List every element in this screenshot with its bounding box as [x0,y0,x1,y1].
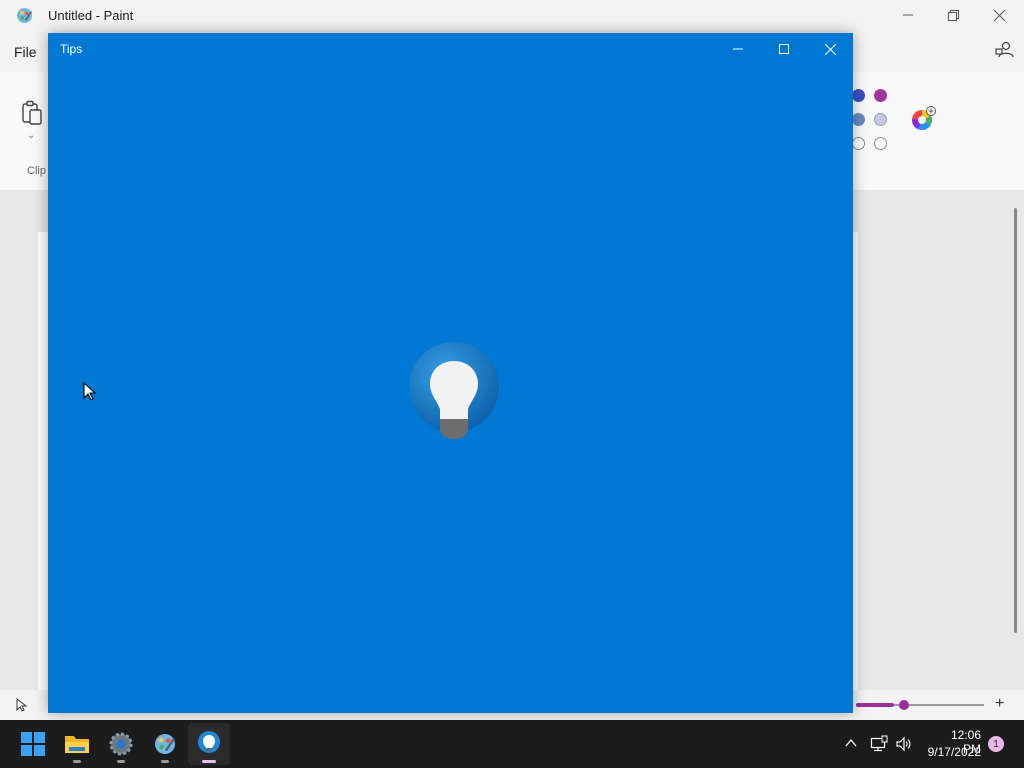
clock-date[interactable]: 9/17/2022 [926,745,981,759]
color-swatch[interactable] [852,89,865,102]
taskbar-file-explorer[interactable] [56,723,98,765]
settings-icon [109,732,133,756]
taskbar-settings[interactable] [100,723,142,765]
color-swatch[interactable] [852,113,865,126]
mouse-cursor-icon [83,382,97,401]
minimize-button[interactable] [715,33,761,65]
start-button[interactable] [12,723,54,765]
clipboard-group-label: Clip [27,165,46,177]
chevron-up-icon[interactable] [843,735,859,751]
volume-icon[interactable] [895,735,913,753]
minimize-icon [733,48,743,50]
close-icon [824,43,836,55]
file-explorer-icon [65,736,89,753]
restore-button[interactable] [930,0,976,30]
running-indicator [161,760,169,763]
close-button[interactable] [976,0,1022,30]
color-swatch[interactable] [852,137,865,150]
taskbar-tips[interactable] [188,723,230,765]
window-title: Tips [60,42,83,56]
running-indicator [73,760,81,763]
minimize-button[interactable] [885,0,931,30]
account-icon[interactable] [994,40,1014,60]
active-indicator [202,760,216,763]
taskbar-paint[interactable] [144,723,186,765]
start-icon [21,732,45,756]
zoom-in-icon[interactable]: + [995,695,1004,713]
window-title: Untitled - Paint [48,8,134,23]
close-icon [993,9,1005,21]
paint-app-icon [17,8,32,23]
restore-icon [947,9,959,21]
notification-badge[interactable]: 1 [988,736,1004,752]
maximize-icon [779,44,789,54]
pointer-icon [16,698,28,712]
running-indicator [117,760,125,763]
maximize-button[interactable] [761,33,807,65]
minimize-icon [903,14,913,16]
paint-icon [155,734,175,754]
tips-icon [198,731,220,753]
paint-titlebar [0,0,1024,32]
network-icon[interactable] [870,735,888,753]
edit-colors-icon[interactable] [910,106,936,132]
color-swatch[interactable] [874,137,887,150]
file-menu[interactable]: File [14,44,37,60]
color-swatch[interactable] [874,89,887,102]
vertical-scrollbar[interactable] [1014,208,1017,633]
zoom-slider-thumb[interactable] [899,700,909,710]
close-button[interactable] [807,33,853,65]
zoom-slider-fill [856,703,894,707]
color-swatch[interactable] [874,113,887,126]
paste-icon[interactable] [20,100,44,126]
tips-window: Tips [48,33,853,713]
chevron-down-icon[interactable]: ⌄ [27,130,35,141]
lightbulb-icon [409,342,499,439]
